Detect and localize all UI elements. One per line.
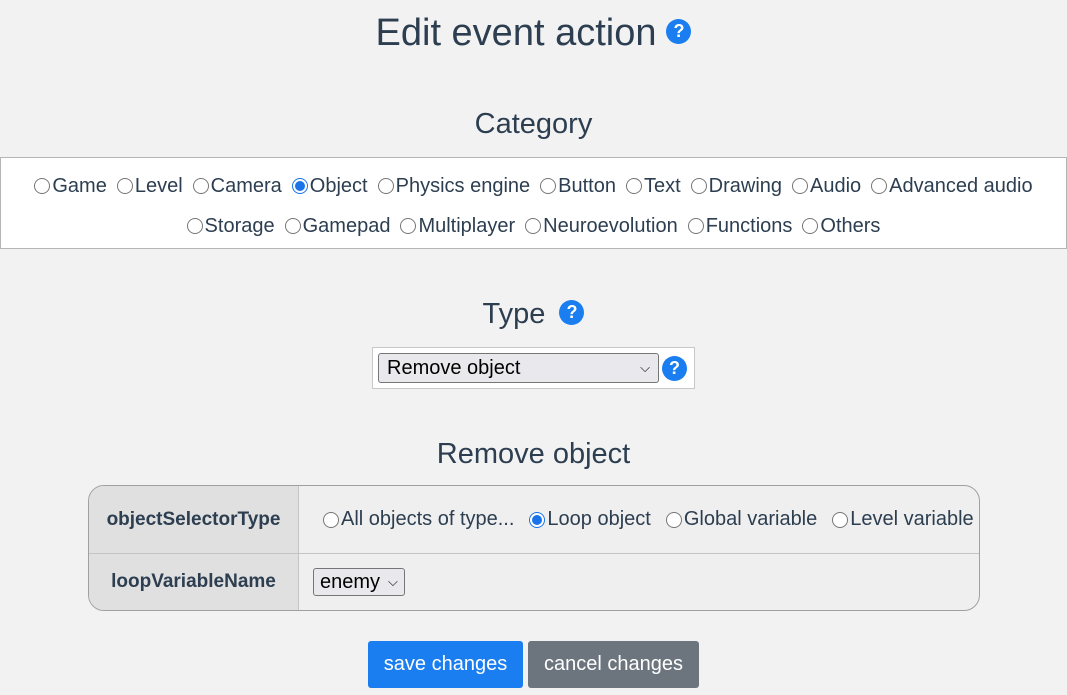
category-radio-label: Neuroevolution: [543, 214, 678, 237]
params-table: objectSelectorType All objects of type..…: [88, 485, 980, 611]
selector-radio-label: All objects of type...: [341, 508, 515, 530]
selector-radio-all-objects-of-type[interactable]: All objects of type...: [323, 508, 514, 531]
selector-radio-label: Loop object: [547, 508, 651, 530]
category-radio-label: Storage: [204, 214, 275, 237]
type-select-value: Remove object: [387, 356, 521, 379]
category-radio-text[interactable]: Text: [625, 174, 681, 198]
category-radio-label: Level: [134, 174, 183, 197]
radio-unchecked-icon[interactable]: [802, 218, 819, 234]
category-radio-group: Game Level Camera Object Physics engine Butto…: [0, 157, 1067, 249]
category-radio-label: Text: [643, 174, 681, 197]
category-radio-functions[interactable]: Functions: [687, 214, 793, 238]
category-radio-camera[interactable]: Camera: [192, 174, 282, 198]
category-radio-label: Multiplayer: [418, 214, 516, 237]
loop-variable-select[interactable]: enemy ⌵: [313, 568, 405, 596]
chevron-down-icon: ⌵: [388, 574, 398, 589]
radio-unchecked-icon[interactable]: [192, 178, 209, 194]
type-help-icon[interactable]: ?: [559, 299, 585, 325]
radio-unchecked-icon[interactable]: [186, 218, 203, 234]
type-heading-text: Type: [482, 298, 546, 330]
category-radio-label: Functions: [705, 214, 793, 237]
selector-radio-label: Global variable: [683, 508, 818, 530]
type-select[interactable]: Remove object ⌵: [378, 353, 659, 383]
page-title: Edit event action?: [0, 12, 1067, 55]
radio-unchecked-icon[interactable]: [792, 178, 809, 194]
type-heading: Type ?: [0, 298, 1067, 331]
help-icon[interactable]: ?: [666, 19, 692, 45]
type-select-help-icon[interactable]: ?: [662, 355, 687, 381]
cancel-changes-button[interactable]: cancel changes: [528, 641, 699, 688]
loop-variable-cell: enemy ⌵: [299, 554, 979, 610]
selector-radio-global-variable[interactable]: Global variable: [665, 508, 818, 531]
radio-unchecked-icon[interactable]: [690, 178, 707, 194]
radio-unchecked-icon[interactable]: [116, 178, 133, 194]
category-radio-object[interactable]: Object: [291, 174, 368, 198]
category-heading: Category: [474, 108, 593, 140]
radio-unchecked-icon[interactable]: [871, 178, 888, 194]
category-radio-label: Object: [309, 174, 368, 197]
chevron-down-icon: ⌵: [640, 360, 650, 375]
radio-checked-icon[interactable]: [291, 178, 308, 194]
category-radio-audio[interactable]: Audio: [792, 175, 861, 198]
radio-unchecked-icon[interactable]: [832, 511, 849, 528]
param-label-objectselectortype: objectSelectorType: [89, 486, 299, 553]
category-radio-label: Physics engine: [395, 174, 531, 197]
radio-unchecked-icon[interactable]: [525, 218, 542, 234]
category-radio-level[interactable]: Level: [116, 174, 183, 198]
loop-variable-value: enemy: [320, 570, 381, 593]
category-radio-physics-engine[interactable]: Physics engine: [377, 174, 531, 198]
object-selector-radio-group: All objects of type... Loop object Global …: [299, 486, 979, 553]
selector-radio-loop-object[interactable]: Loop object: [529, 508, 651, 531]
save-changes-button[interactable]: save changes: [368, 641, 523, 688]
radio-unchecked-icon[interactable]: [540, 178, 557, 194]
radio-unchecked-icon[interactable]: [323, 511, 339, 528]
radio-unchecked-icon[interactable]: [400, 218, 417, 234]
category-radio-game[interactable]: Game: [34, 174, 107, 198]
category-radio-label: Gamepad: [302, 214, 391, 237]
category-radio-label: Others: [820, 214, 881, 237]
selector-radio-level-variable[interactable]: Level variable: [832, 508, 974, 531]
category-radio-button[interactable]: Button: [540, 175, 616, 198]
radio-unchecked-icon[interactable]: [687, 218, 704, 234]
category-radio-neuroevolution[interactable]: Neuroevolution: [525, 215, 678, 238]
type-select-container: Remove object ⌵ ?: [372, 347, 695, 389]
category-radio-label: Drawing: [708, 174, 783, 197]
category-radio-gamepad[interactable]: Gamepad: [284, 214, 391, 238]
radio-unchecked-icon[interactable]: [377, 178, 394, 194]
radio-unchecked-icon[interactable]: [34, 178, 51, 194]
param-label-loopvariablename: loopVariableName: [89, 554, 299, 610]
category-radio-advanced-audio[interactable]: Advanced audio: [871, 174, 1033, 198]
category-radio-storage[interactable]: Storage: [186, 214, 275, 238]
radio-unchecked-icon[interactable]: [665, 511, 682, 528]
radio-checked-icon[interactable]: [529, 511, 546, 528]
category-radio-label: Advanced audio: [889, 174, 1033, 197]
category-radio-drawing[interactable]: Drawing: [690, 174, 783, 198]
table-row: loopVariableName enemy ⌵: [89, 553, 979, 610]
radio-unchecked-icon[interactable]: [625, 178, 642, 194]
category-radio-label: Audio: [810, 174, 862, 197]
category-radio-label: Game: [52, 174, 107, 197]
category-radio-label: Camera: [210, 174, 282, 197]
page-title-text: Edit event action: [375, 12, 657, 54]
radio-unchecked-icon[interactable]: [284, 218, 301, 234]
params-heading: Remove object: [436, 438, 631, 470]
table-row: objectSelectorType All objects of type..…: [89, 486, 979, 553]
category-row-1: Game Level Camera Object Physics engine Butto…: [1, 166, 1066, 206]
category-radio-others[interactable]: Others: [802, 215, 880, 238]
category-radio-multiplayer[interactable]: Multiplayer: [400, 215, 515, 238]
category-radio-label: Button: [558, 174, 616, 197]
category-row-2: Storage Gamepad Multiplayer Neuroevolution F…: [1, 206, 1066, 246]
selector-radio-label: Level variable: [850, 508, 974, 530]
